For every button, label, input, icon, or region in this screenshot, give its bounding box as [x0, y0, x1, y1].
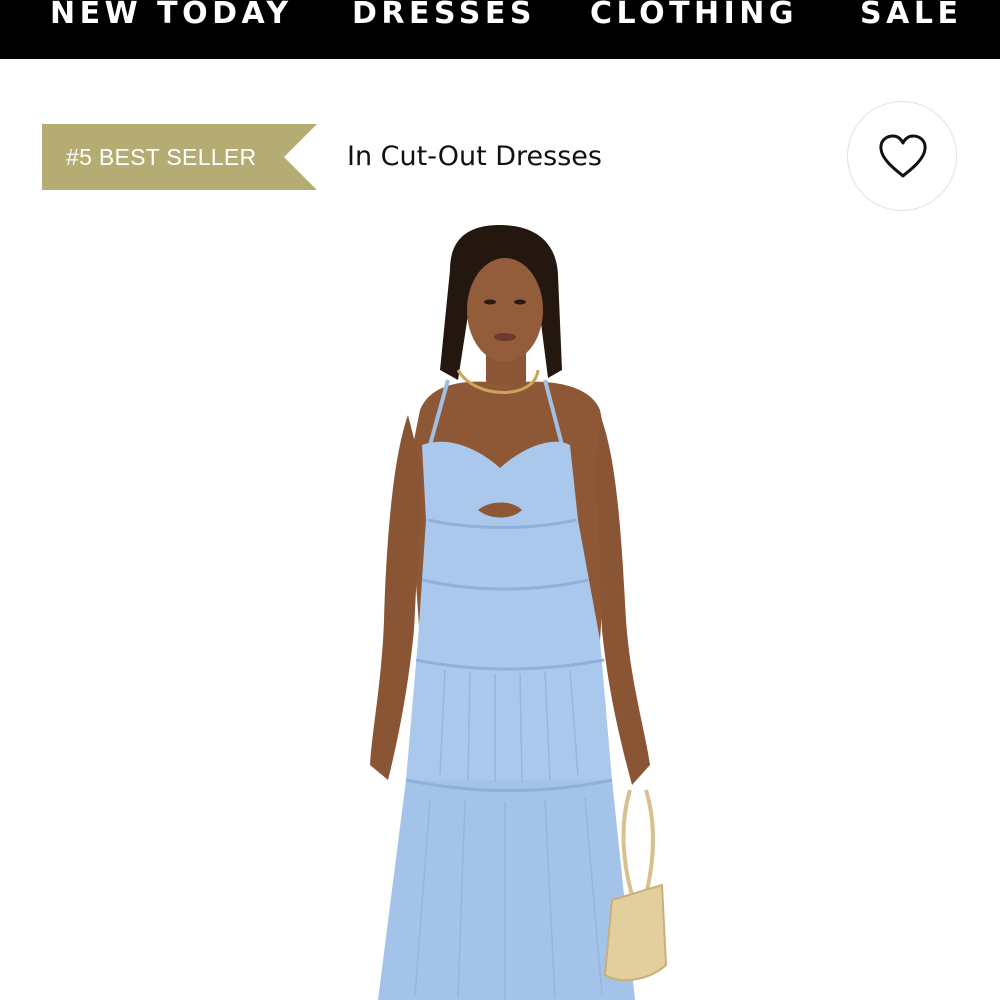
- heart-outline-icon: [879, 134, 927, 178]
- top-navigation: NEW TODAY DRESSES CLOTHING SALE: [0, 0, 1000, 59]
- model-eye-right: [514, 299, 526, 305]
- bag-handle: [621, 789, 634, 896]
- nav-clothing[interactable]: CLOTHING: [590, 0, 798, 34]
- bag-handle: [644, 789, 655, 896]
- best-seller-label: #5 BEST SELLER: [66, 144, 257, 170]
- product-page: NEW TODAY DRESSES CLOTHING SALE #5 BEST …: [0, 0, 1000, 1000]
- model-face: [467, 258, 543, 362]
- nav-dresses[interactable]: DRESSES: [352, 0, 536, 34]
- nav-new-today[interactable]: NEW TODAY: [50, 0, 293, 34]
- wishlist-button[interactable]: [847, 101, 957, 211]
- best-seller-category[interactable]: In Cut-Out Dresses: [347, 136, 602, 178]
- model-lips: [494, 333, 516, 341]
- nav-sale[interactable]: SALE: [860, 0, 962, 34]
- product-image[interactable]: [300, 220, 720, 1000]
- model-eye-left: [484, 299, 496, 305]
- best-seller-badge: #5 BEST SELLER: [42, 124, 317, 190]
- straw-bag: [603, 883, 668, 982]
